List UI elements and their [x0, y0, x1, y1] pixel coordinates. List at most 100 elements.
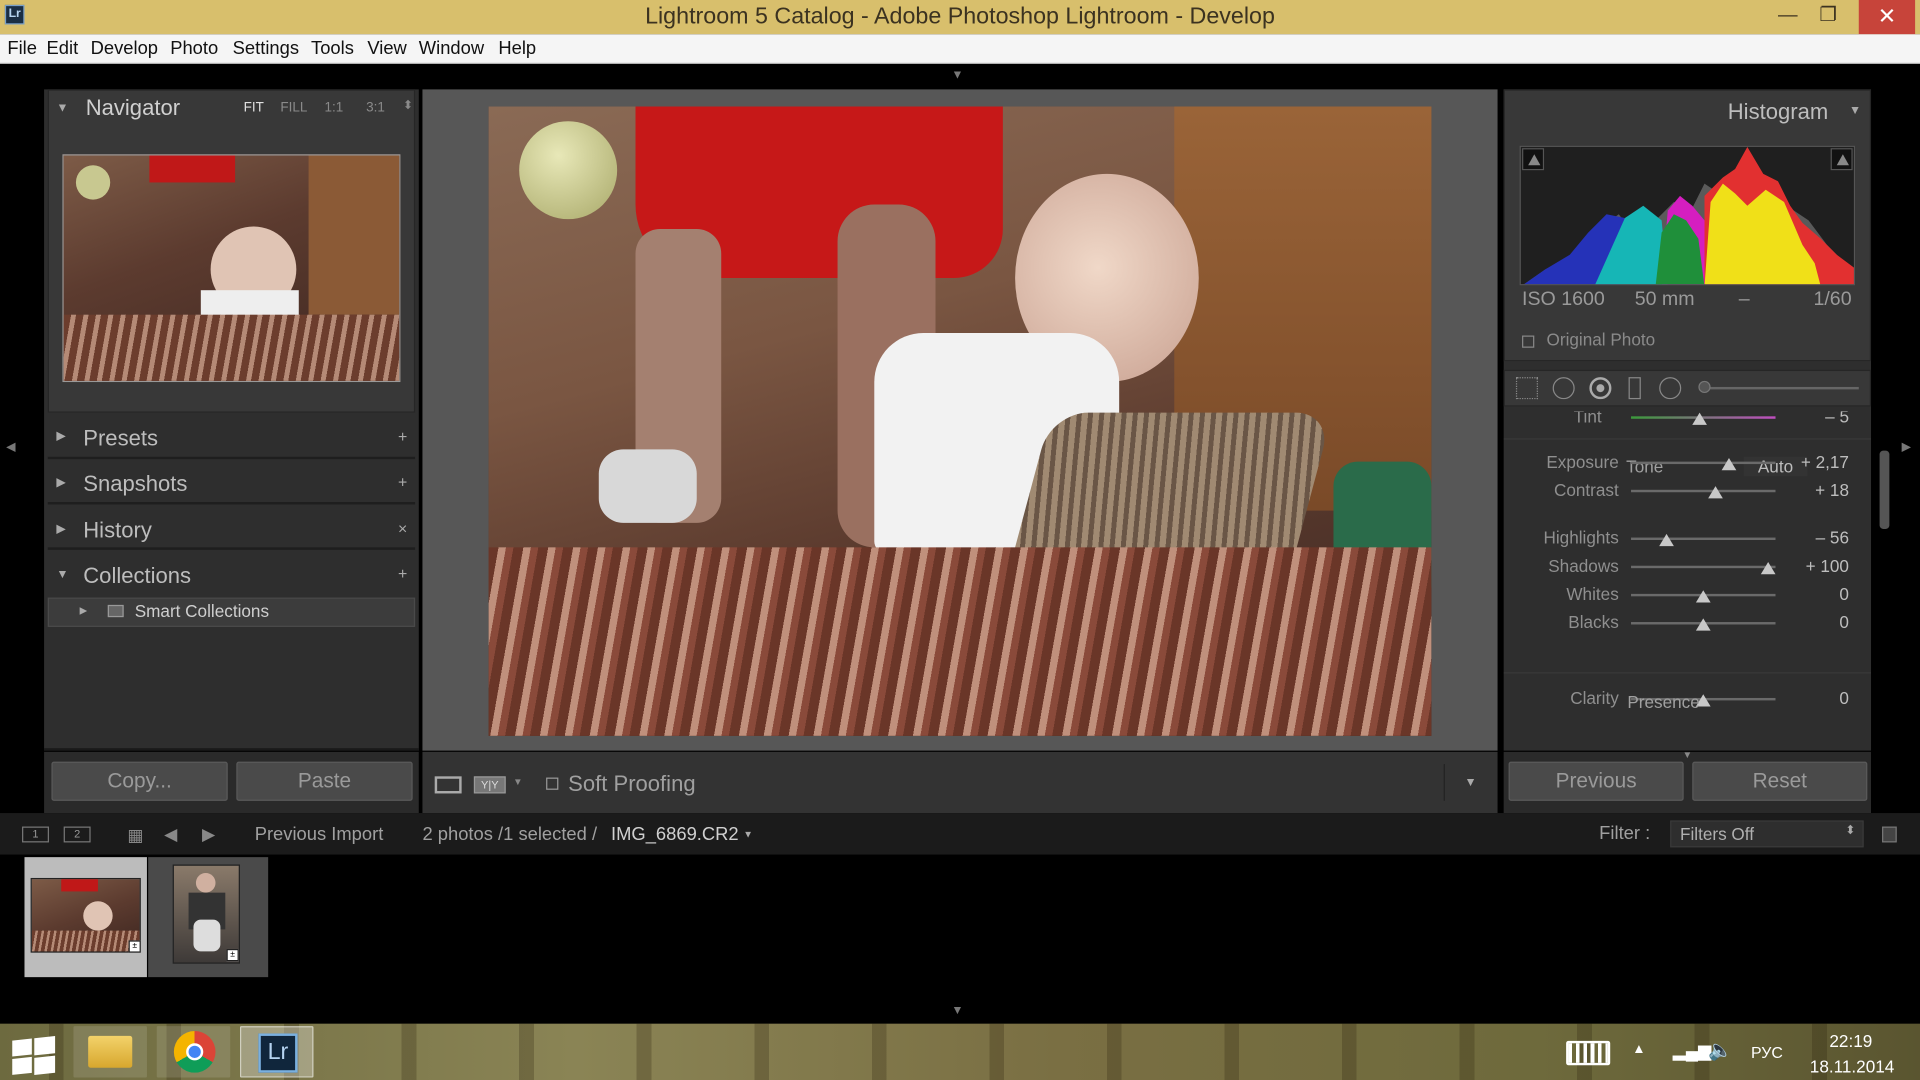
filter-select[interactable]: Filters Off ⬍ [1670, 820, 1864, 848]
filter-lock-icon[interactable] [1882, 826, 1897, 843]
clock-time[interactable]: 22:19 [1829, 1031, 1872, 1051]
grid-view-icon[interactable]: ▦ [127, 825, 143, 846]
highlight-clipping-icon[interactable] [1830, 148, 1853, 171]
loupe-view-icon[interactable] [434, 776, 462, 794]
soft-proofing-checkbox[interactable] [546, 777, 559, 790]
windows-start-icon[interactable] [10, 1036, 59, 1075]
before-after-dropdown-icon[interactable]: ▼ [513, 776, 523, 787]
forward-arrow-icon[interactable]: ▶ [202, 824, 215, 845]
presets-add-icon[interactable]: + [398, 427, 407, 445]
history-header[interactable]: History [83, 518, 152, 544]
back-arrow-icon[interactable]: ◀ [164, 824, 177, 845]
history-expand-icon[interactable]: ▶ [56, 523, 65, 536]
whites-value[interactable]: 0 [1763, 584, 1849, 604]
highlights-thumb[interactable] [1659, 533, 1675, 547]
filter-dropdown-icon[interactable]: ⬍ [1845, 824, 1855, 837]
filename-dropdown-icon[interactable]: ▼ [743, 829, 753, 840]
close-icon[interactable]: ✕ [1858, 0, 1916, 35]
chrome-icon[interactable] [156, 1026, 231, 1078]
language-indicator[interactable]: РУС [1751, 1043, 1783, 1061]
filmstrip-thumb-1[interactable]: ± [24, 857, 147, 978]
menu-view[interactable]: View [367, 38, 406, 59]
zoom-1-1[interactable]: 1:1 [324, 100, 343, 115]
collections-add-icon[interactable]: + [398, 564, 407, 582]
smart-collections-expand-icon[interactable]: ▶ [80, 605, 88, 616]
history-clear-icon[interactable]: × [398, 519, 407, 537]
file-explorer-icon[interactable] [73, 1026, 147, 1078]
volume-icon[interactable]: 🔈 [1708, 1038, 1732, 1062]
keyboard-icon[interactable] [1566, 1040, 1611, 1066]
reset-button[interactable]: Reset [1692, 761, 1868, 801]
shadows-slider[interactable] [1631, 565, 1776, 569]
right-panel-scrollbar[interactable] [1879, 450, 1890, 529]
clock-date[interactable]: 18.11.2014 [1810, 1057, 1895, 1077]
exposure-thumb[interactable] [1721, 457, 1737, 471]
menu-file[interactable]: File [7, 38, 37, 59]
shadows-value[interactable]: + 100 [1763, 556, 1849, 576]
crop-tool-icon[interactable] [1515, 377, 1538, 400]
show-hidden-icons-icon[interactable]: ▲ [1632, 1042, 1645, 1057]
original-photo-checkbox[interactable] [1522, 335, 1535, 348]
highlights-slider[interactable] [1631, 537, 1776, 541]
whites-thumb[interactable] [1695, 590, 1711, 603]
copy-button[interactable]: Copy... [51, 761, 228, 801]
minimize-icon[interactable]: — [1768, 0, 1807, 34]
secondary-window-button[interactable]: 2 [63, 826, 91, 843]
shadow-clipping-icon[interactable] [1522, 148, 1545, 171]
paste-button[interactable]: Paste [236, 761, 413, 801]
menu-edit[interactable]: Edit [47, 38, 79, 59]
navigator-preview[interactable] [62, 154, 401, 383]
snapshots-add-icon[interactable]: + [398, 473, 407, 491]
navigator-collapse-icon[interactable]: ▼ [56, 102, 68, 115]
menu-help[interactable]: Help [498, 38, 536, 59]
collections-header[interactable]: Collections [83, 563, 191, 589]
zoom-fit[interactable]: FIT [244, 100, 264, 115]
top-panel-toggle-icon[interactable]: ▼ [951, 69, 963, 82]
menu-photo[interactable]: Photo [170, 38, 218, 59]
before-after-icon[interactable]: Y|Y [473, 776, 506, 794]
presets-expand-icon[interactable]: ▶ [56, 430, 65, 443]
adjustment-brush-icon[interactable] [1698, 380, 1711, 394]
filmstrip-source[interactable]: Previous Import [255, 824, 384, 845]
exposure-slider[interactable] [1631, 461, 1776, 465]
menu-window[interactable]: Window [419, 38, 484, 59]
highlights-value[interactable]: – 56 [1763, 528, 1849, 548]
right-panel-toggle-icon[interactable]: ▶ [1902, 441, 1911, 454]
bottom-panel-toggle-icon[interactable]: ▼ [951, 1004, 963, 1017]
tint-value[interactable]: – 5 [1763, 411, 1849, 426]
lightroom-taskbar-button[interactable]: Lr [240, 1026, 314, 1078]
filmstrip-filename[interactable]: IMG_6869.CR2 [611, 824, 739, 845]
adjustment-brush-slider[interactable] [1700, 386, 1859, 390]
clarity-value[interactable]: 0 [1763, 688, 1849, 708]
blacks-thumb[interactable] [1695, 618, 1711, 631]
filmstrip-thumb-2[interactable]: ± [148, 857, 269, 978]
histogram-graph[interactable] [1519, 145, 1856, 286]
contrast-slider[interactable] [1631, 489, 1776, 493]
graduated-filter-icon[interactable] [1628, 377, 1641, 400]
spot-removal-icon[interactable] [1552, 377, 1575, 400]
exposure-value[interactable]: + 2,17 [1763, 452, 1849, 472]
presets-header[interactable]: Presets [83, 426, 158, 452]
snapshots-expand-icon[interactable]: ▶ [56, 476, 65, 489]
zoom-dropdown-icon[interactable]: ⬍ [403, 99, 413, 112]
restore-icon[interactable]: ❐ [1809, 0, 1848, 34]
primary-window-button[interactable]: 1 [22, 826, 49, 843]
main-photo[interactable] [488, 106, 1432, 736]
menu-develop[interactable]: Develop [91, 38, 158, 59]
radial-filter-icon[interactable] [1659, 377, 1682, 400]
network-icon[interactable]: ▂▄▆ [1673, 1041, 1712, 1062]
red-eye-icon[interactable] [1589, 377, 1612, 400]
contrast-thumb[interactable] [1707, 486, 1723, 499]
collections-collapse-icon[interactable]: ▼ [56, 568, 68, 581]
blacks-value[interactable]: 0 [1763, 612, 1849, 632]
menu-tools[interactable]: Tools [311, 38, 354, 59]
contrast-value[interactable]: + 18 [1763, 480, 1849, 500]
left-panel-toggle-icon[interactable]: ◀ [6, 441, 15, 454]
histogram-collapse-icon[interactable]: ▼ [1849, 104, 1861, 117]
zoom-3-1[interactable]: 3:1 [366, 100, 385, 115]
zoom-fill[interactable]: FILL [280, 100, 307, 115]
toolbar-menu-icon[interactable]: ▼ [1464, 776, 1476, 789]
previous-button[interactable]: Previous [1508, 761, 1684, 801]
tint-thumb[interactable] [1692, 412, 1707, 425]
menu-settings[interactable]: Settings [233, 38, 299, 59]
